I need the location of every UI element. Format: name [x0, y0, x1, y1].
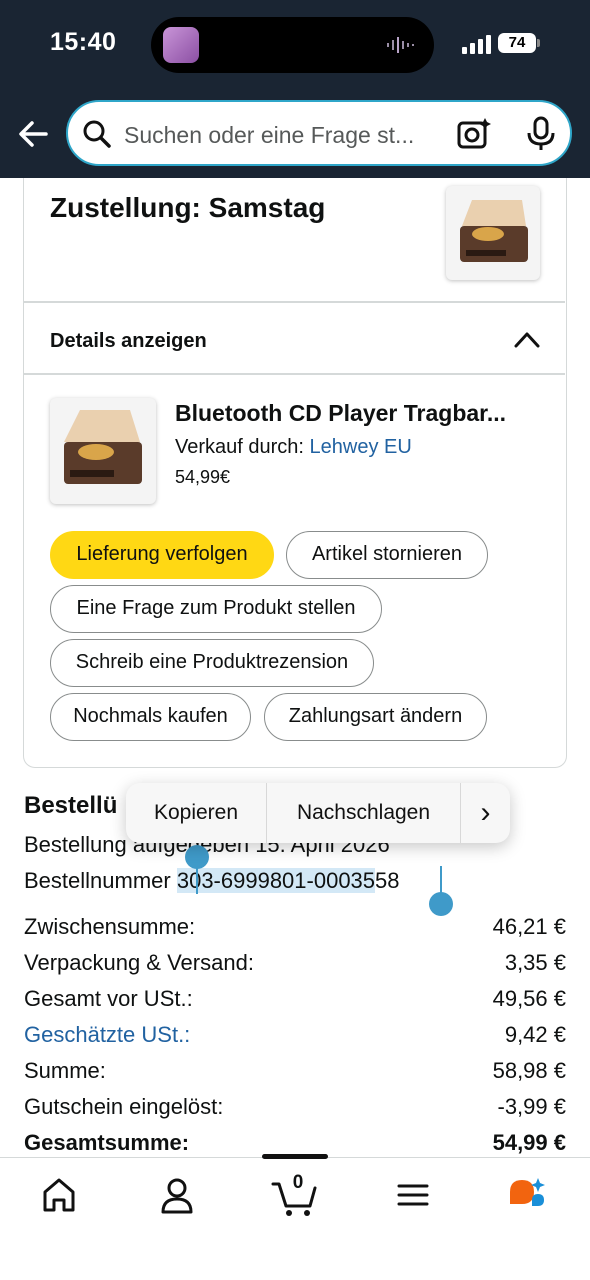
summary-label: Gesamt vor USt.:	[24, 986, 193, 1011]
order-number-rest[interactable]: 58	[375, 868, 399, 893]
search-bar[interactable]: Suchen oder eine Frage st...	[66, 100, 572, 166]
home-icon[interactable]	[29, 1170, 89, 1220]
battery-indicator: 74	[498, 33, 540, 53]
account-icon[interactable]	[147, 1170, 207, 1220]
search-input[interactable]: Suchen oder eine Frage st...	[124, 122, 434, 149]
rufus-assistant-icon[interactable]	[500, 1170, 560, 1220]
delivery-card: Zustellung: Samstag Details anzeigen Blu…	[23, 178, 567, 768]
bottom-navigation: 0	[0, 1154, 590, 1280]
summary-row-sum: Summe: 58,98 €	[24, 1058, 566, 1088]
selection-start-bar	[196, 862, 198, 894]
divider	[24, 301, 565, 303]
camera-search-icon[interactable]	[456, 116, 492, 152]
summary-row-pretax: Gesamt vor USt.: 49,56 €	[24, 986, 566, 1016]
status-time: 15:40	[50, 28, 117, 56]
summary-label: Gesamtsumme:	[24, 1130, 190, 1155]
summary-row-shipping: Verpackung & Versand: 3,35 €	[24, 950, 566, 980]
copy-menu-item[interactable]: Kopieren	[126, 783, 266, 843]
order-number-selected[interactable]: 303-6999801-00035	[176, 868, 376, 893]
cart-count-badge: 0	[292, 1172, 304, 1193]
cd-player-image	[64, 410, 142, 484]
details-toggle-label[interactable]: Details anzeigen	[50, 330, 207, 353]
summary-row-voucher: Gutschein eingelöst: -3,99 €	[24, 1094, 566, 1124]
search-icon	[83, 120, 111, 148]
signal-icon	[462, 35, 491, 54]
now-playing-artwork	[163, 27, 199, 63]
microphone-icon[interactable]	[524, 116, 558, 152]
menu-icon[interactable]	[383, 1170, 443, 1220]
summary-value: 9,42 €	[504, 1022, 566, 1047]
summary-value: 54,99 €	[492, 1130, 566, 1155]
product-image[interactable]	[50, 398, 156, 504]
product-title[interactable]: Bluetooth CD Player Tragbar...	[175, 400, 545, 427]
summary-label: Verpackung & Versand:	[24, 950, 254, 975]
order-number-label: Bestellnummer	[24, 868, 177, 893]
back-arrow-icon[interactable]	[14, 114, 54, 154]
product-price: 54,99€	[175, 467, 231, 487]
cancel-item-button[interactable]: Artikel stornieren	[286, 531, 488, 579]
summary-value: 49,56 €	[492, 986, 566, 1011]
summary-value: 58,98 €	[492, 1058, 566, 1083]
summary-value: 3,35 €	[504, 950, 566, 975]
delivery-title: Zustellung: Samstag	[50, 192, 326, 223]
sold-by-label: Verkauf durch:	[175, 436, 310, 458]
estimated-tax-link[interactable]: Geschätzte USt.:	[24, 1022, 190, 1048]
audio-wave-icon	[387, 37, 414, 53]
summary-value: 46,21 €	[492, 914, 566, 939]
dynamic-island	[151, 17, 434, 73]
change-payment-button[interactable]: Zahlungsart ändern	[264, 693, 487, 741]
summary-row-tax: Geschätzte USt.: 9,42 €	[24, 1022, 566, 1052]
lookup-menu-item[interactable]: Nachschlagen	[267, 783, 460, 843]
text-context-menu: Kopieren Nachschlagen ›	[126, 783, 510, 843]
app-header: 15:40 74 Suchen oder eine Frage st...	[0, 0, 590, 178]
cd-player-image	[460, 200, 528, 262]
more-menu-chevron-icon[interactable]: ›	[461, 783, 510, 843]
divider	[24, 373, 565, 375]
ask-question-button[interactable]: Eine Frage zum Produkt stellen	[50, 585, 382, 633]
summary-label: Zwischensumme:	[24, 914, 196, 939]
chevron-up-icon[interactable]	[513, 328, 541, 350]
selection-end-handle[interactable]	[429, 892, 453, 916]
buy-again-button[interactable]: Nochmals kaufen	[50, 693, 251, 741]
sold-by-line: Verkauf durch: Lehwey EU	[175, 436, 412, 459]
summary-value: -3,99 €	[497, 1094, 567, 1119]
summary-label: Gutschein eingelöst:	[24, 1094, 224, 1119]
summary-row-subtotal: Zwischensumme: 46,21 €	[24, 914, 566, 944]
product-thumbnail[interactable]	[446, 186, 540, 280]
active-tab-indicator	[262, 1154, 328, 1159]
seller-link[interactable]: Lehwey EU	[310, 436, 412, 458]
write-review-button[interactable]: Schreib eine Produktrezension	[50, 639, 374, 687]
summary-label: Summe:	[24, 1058, 106, 1083]
track-delivery-button[interactable]: Lieferung verfolgen	[50, 531, 274, 579]
order-details-heading: Bestellü	[24, 792, 118, 819]
order-number-line[interactable]: Bestellnummer 303-6999801-0003558	[24, 868, 400, 894]
